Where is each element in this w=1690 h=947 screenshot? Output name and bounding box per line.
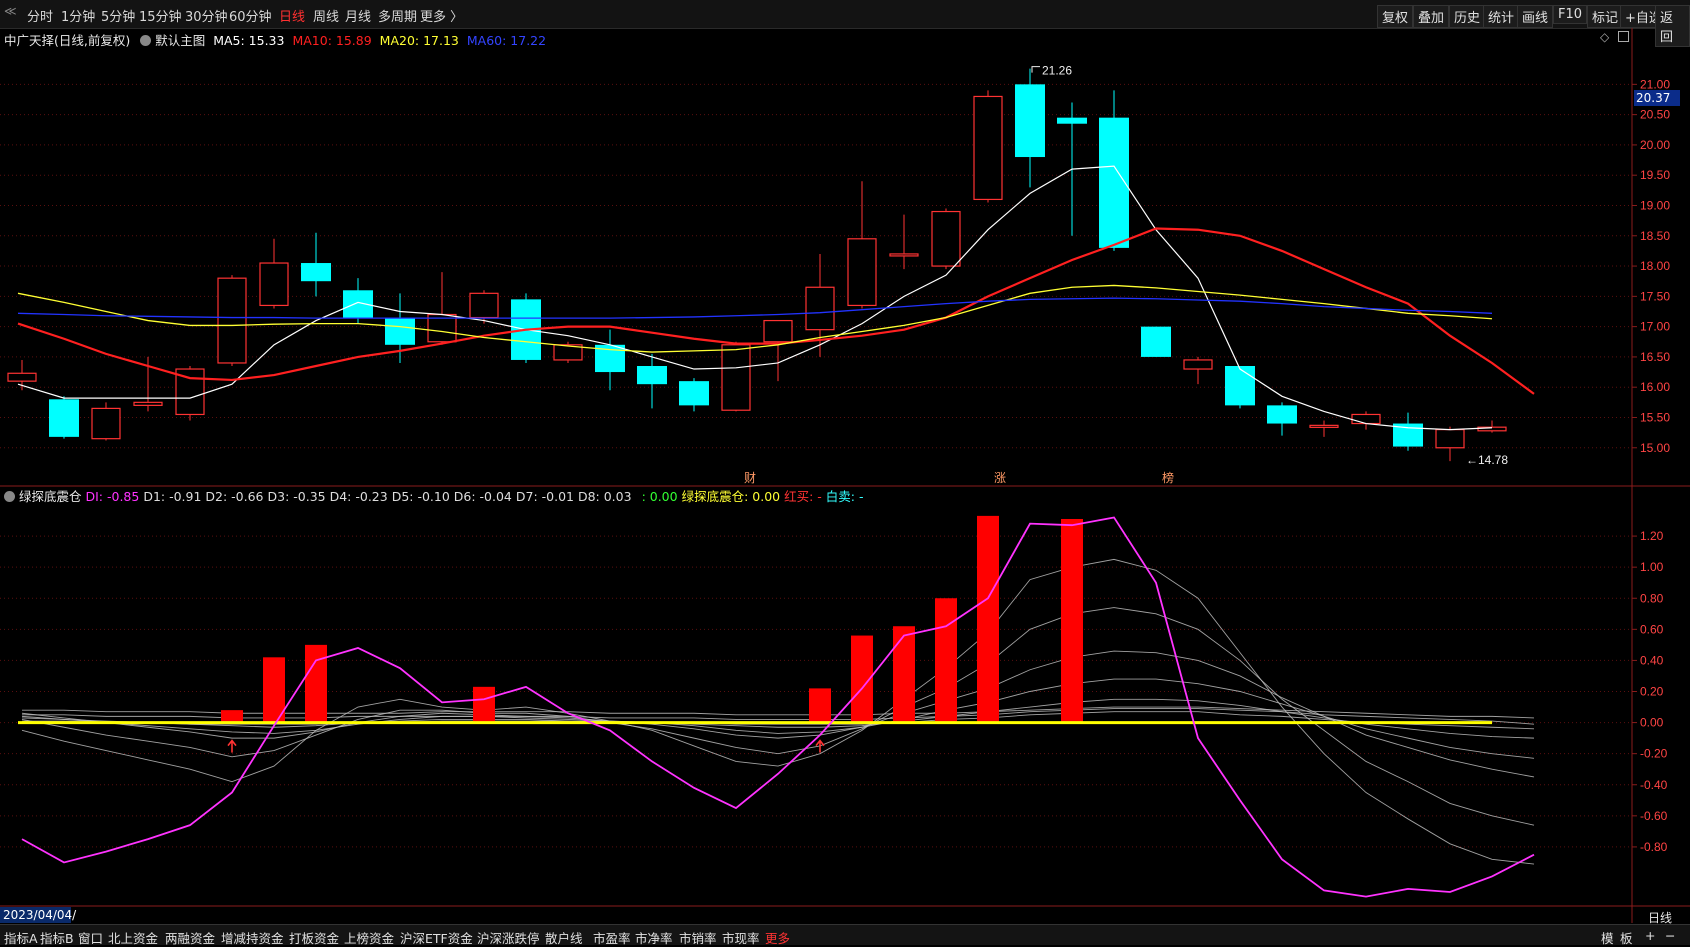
candle-body-up bbox=[889, 253, 919, 257]
candle-body-down bbox=[1141, 326, 1171, 357]
candle-body-up bbox=[763, 319, 793, 343]
di-line bbox=[21, 516, 1535, 898]
event-label-0: 财 bbox=[744, 471, 756, 485]
high-price-label: 21.26 bbox=[1042, 64, 1072, 78]
d-line-d2 bbox=[21, 607, 1535, 826]
signal-bar bbox=[473, 686, 495, 723]
bottom-right-button-0[interactable]: 模 bbox=[1601, 928, 1614, 947]
bottom-tab-1[interactable]: 指标B bbox=[40, 928, 74, 947]
main-ytick-label: 18.00 bbox=[1640, 259, 1670, 273]
bottom-right-button-2[interactable]: + bbox=[1645, 928, 1655, 943]
signal-bar bbox=[809, 688, 831, 723]
candle-body-up bbox=[931, 210, 961, 267]
bottom-tab-2[interactable]: 窗口 bbox=[78, 928, 103, 947]
ind-ytick-label: -0.20 bbox=[1640, 747, 1668, 761]
candle-body-down bbox=[1225, 366, 1255, 406]
candle-body-up bbox=[469, 292, 499, 319]
main-ytick-label: 18.50 bbox=[1640, 229, 1670, 243]
ind-ytick-label: 0.00 bbox=[1640, 716, 1664, 730]
ind-ytick-label: 0.60 bbox=[1640, 622, 1664, 636]
signal-bar bbox=[977, 515, 999, 723]
candle-body-up bbox=[721, 344, 751, 411]
candle-body-up bbox=[133, 401, 163, 406]
main-ytick-label: 15.00 bbox=[1640, 441, 1670, 455]
main-ytick-label: 19.50 bbox=[1640, 168, 1670, 182]
bottom-tab-9[interactable]: 沪深涨跌停 bbox=[477, 928, 540, 947]
bottom-tab-12[interactable]: 市净率 bbox=[635, 928, 673, 947]
bottom-tab-11[interactable]: 市盈率 bbox=[593, 928, 631, 947]
candle-body-down bbox=[637, 366, 667, 385]
candle-body-down bbox=[385, 317, 415, 345]
bottom-tab-7[interactable]: 上榜资金 bbox=[344, 928, 394, 947]
signal-bar bbox=[305, 644, 327, 723]
signal-bar bbox=[893, 626, 915, 723]
ind-ytick-label: 0.80 bbox=[1640, 591, 1664, 605]
bottom-tab-6[interactable]: 打板资金 bbox=[289, 928, 339, 947]
candle-body-up bbox=[7, 372, 37, 382]
candle-body-up bbox=[217, 277, 247, 364]
candle-body-up bbox=[1351, 413, 1381, 425]
ind-ytick-label: -0.40 bbox=[1640, 778, 1668, 792]
bottom-tab-13[interactable]: 市销率 bbox=[679, 928, 717, 947]
candle-body-up bbox=[973, 95, 1003, 201]
main-ytick-label: 20.50 bbox=[1640, 108, 1670, 122]
kline-chart[interactable]: 15.00 15.50 16.00 16.50 17.00 17.50 18.00 18.50… bbox=[0, 0, 1690, 944]
bottom-tab-8[interactable]: 沪深ETF资金 bbox=[400, 928, 473, 947]
main-ytick-label: 20.00 bbox=[1640, 138, 1670, 152]
current-price-marker: 20.37 bbox=[1634, 90, 1680, 106]
event-label-1: 涨 bbox=[994, 470, 1006, 485]
main-ytick-label: 19.00 bbox=[1640, 198, 1670, 212]
d-line-d4 bbox=[21, 678, 1535, 759]
bottom-tab-14[interactable]: 市现率 bbox=[722, 928, 760, 947]
candle-body-up bbox=[805, 286, 835, 331]
cursor-date-label: 2023/04/04/二 bbox=[0, 907, 76, 938]
bottom-tab-10[interactable]: 散户线 bbox=[545, 928, 583, 947]
ind-ytick-label: 1.20 bbox=[1640, 529, 1664, 543]
candle-body-down bbox=[49, 399, 79, 437]
bottom-tab-4[interactable]: 两融资金 bbox=[165, 928, 215, 947]
candle-body-down bbox=[343, 290, 373, 318]
bottom-right-button-1[interactable]: 板 bbox=[1620, 928, 1633, 947]
bottom-tabbar: 指标A 指标B 窗口 北上资金 两融资金 增减持资金 打板资金 上榜资金 沪深ETF资金 沪深涨跌… bbox=[0, 924, 1690, 947]
ind-ytick-label: -0.60 bbox=[1640, 809, 1668, 823]
bottom-tab-5[interactable]: 增减持资金 bbox=[221, 928, 284, 947]
main-ytick-label: 16.50 bbox=[1640, 350, 1670, 364]
bottom-tab-0[interactable]: 指标A bbox=[4, 928, 38, 947]
event-label-2: 榜 bbox=[1162, 470, 1174, 485]
main-ytick-label: 16.00 bbox=[1640, 380, 1670, 394]
bottom-tab-15[interactable]: 更多 bbox=[765, 928, 790, 947]
signal-bar bbox=[221, 710, 243, 723]
candle-body-down bbox=[1057, 117, 1087, 124]
candle-body-up bbox=[1309, 424, 1339, 428]
high-marker bbox=[1031, 66, 1040, 73]
signal-bar bbox=[935, 598, 957, 723]
ind-ytick-label: 1.00 bbox=[1640, 560, 1664, 574]
candle-body-down bbox=[301, 263, 331, 282]
candle-body-down bbox=[1267, 405, 1297, 424]
low-price-label: ←14.78 bbox=[1466, 453, 1508, 467]
ind-ytick-label: 0.20 bbox=[1640, 685, 1664, 699]
main-ytick-label: 17.50 bbox=[1640, 289, 1670, 303]
candle-body-up bbox=[259, 262, 289, 307]
ind-ytick-label: -0.80 bbox=[1640, 840, 1668, 854]
main-ytick-label: 17.00 bbox=[1640, 320, 1670, 334]
signal-bar bbox=[1061, 518, 1083, 723]
main-ytick-label: 15.50 bbox=[1640, 410, 1670, 424]
candle-body-down bbox=[679, 381, 709, 406]
candle-body-up bbox=[1183, 359, 1213, 370]
ind-ytick-label: 0.40 bbox=[1640, 653, 1664, 667]
candle-body-up bbox=[847, 238, 877, 307]
d-line-d3 bbox=[21, 650, 1535, 778]
bottom-right-button-3[interactable]: − bbox=[1665, 928, 1675, 943]
candle-body-up bbox=[91, 407, 121, 440]
candle-body-up bbox=[1435, 429, 1465, 449]
candle-body-down bbox=[1015, 84, 1045, 158]
bottom-tab-3[interactable]: 北上资金 bbox=[108, 928, 158, 947]
